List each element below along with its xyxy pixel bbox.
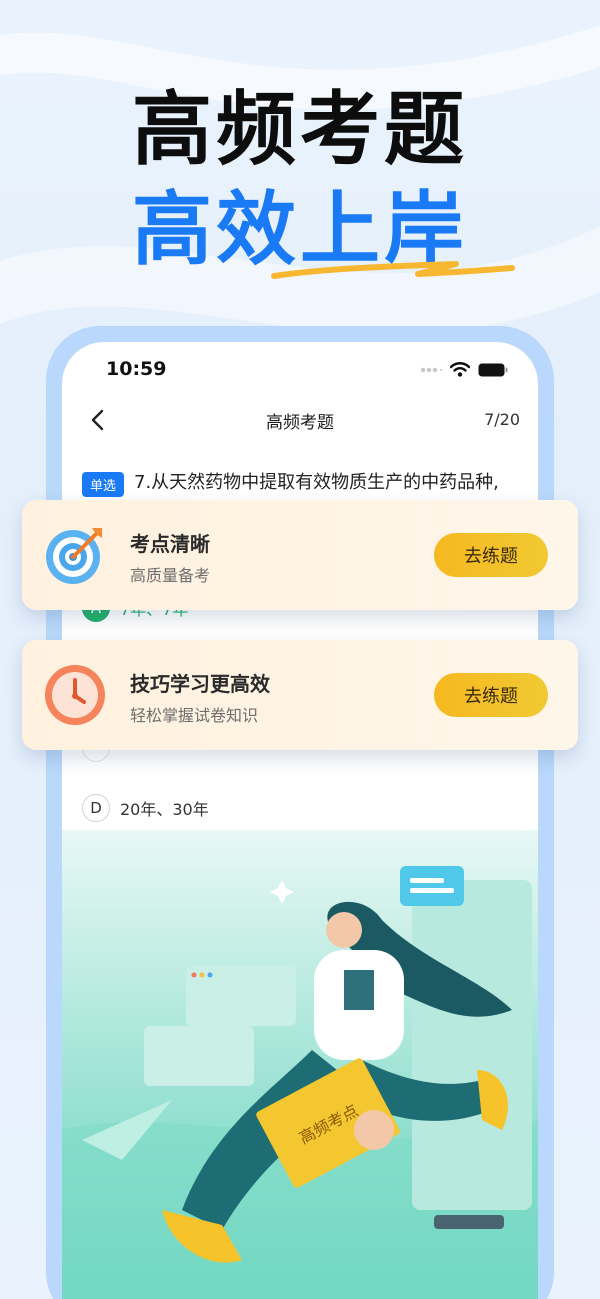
battery-icon <box>478 363 508 377</box>
card-subtitle: 轻松掌握试卷知识 <box>130 706 259 725</box>
underline-decoration <box>271 261 515 279</box>
feature-card-techniques[interactable]: 技巧学习更高效 轻松掌握试卷知识 去练题 <box>22 640 578 750</box>
status-icons <box>420 362 508 378</box>
practice-button[interactable]: 去练题 <box>434 673 548 717</box>
status-time: 10:59 <box>106 358 167 380</box>
option-text: 20年、30年 <box>120 800 209 819</box>
question-progress: 7/20 <box>484 410 520 429</box>
option-d[interactable]: D 20年、30年 <box>82 794 209 822</box>
question-type-badge: 单选 <box>82 472 125 497</box>
page-title: 高频考题 <box>266 413 334 433</box>
card-title: 技巧学习更高效 <box>130 672 270 696</box>
hero-title: 高频考题 <box>132 83 468 176</box>
signal-icon <box>420 367 442 373</box>
practice-button[interactable]: 去练题 <box>434 533 548 577</box>
question-text: 7.从天然药物中提取有效物质生产的中药品种, <box>134 472 499 493</box>
feature-card-key-points[interactable]: 考点清晰 高质量备考 去练题 <box>22 500 578 610</box>
student-illustration: 高频考点 <box>62 830 538 1299</box>
target-icon <box>46 528 102 584</box>
wifi-icon <box>450 362 470 377</box>
clock-icon <box>45 665 105 725</box>
card-subtitle: 高质量备考 <box>130 566 211 585</box>
option-letter: D <box>82 794 110 822</box>
card-title: 考点清晰 <box>130 532 210 556</box>
